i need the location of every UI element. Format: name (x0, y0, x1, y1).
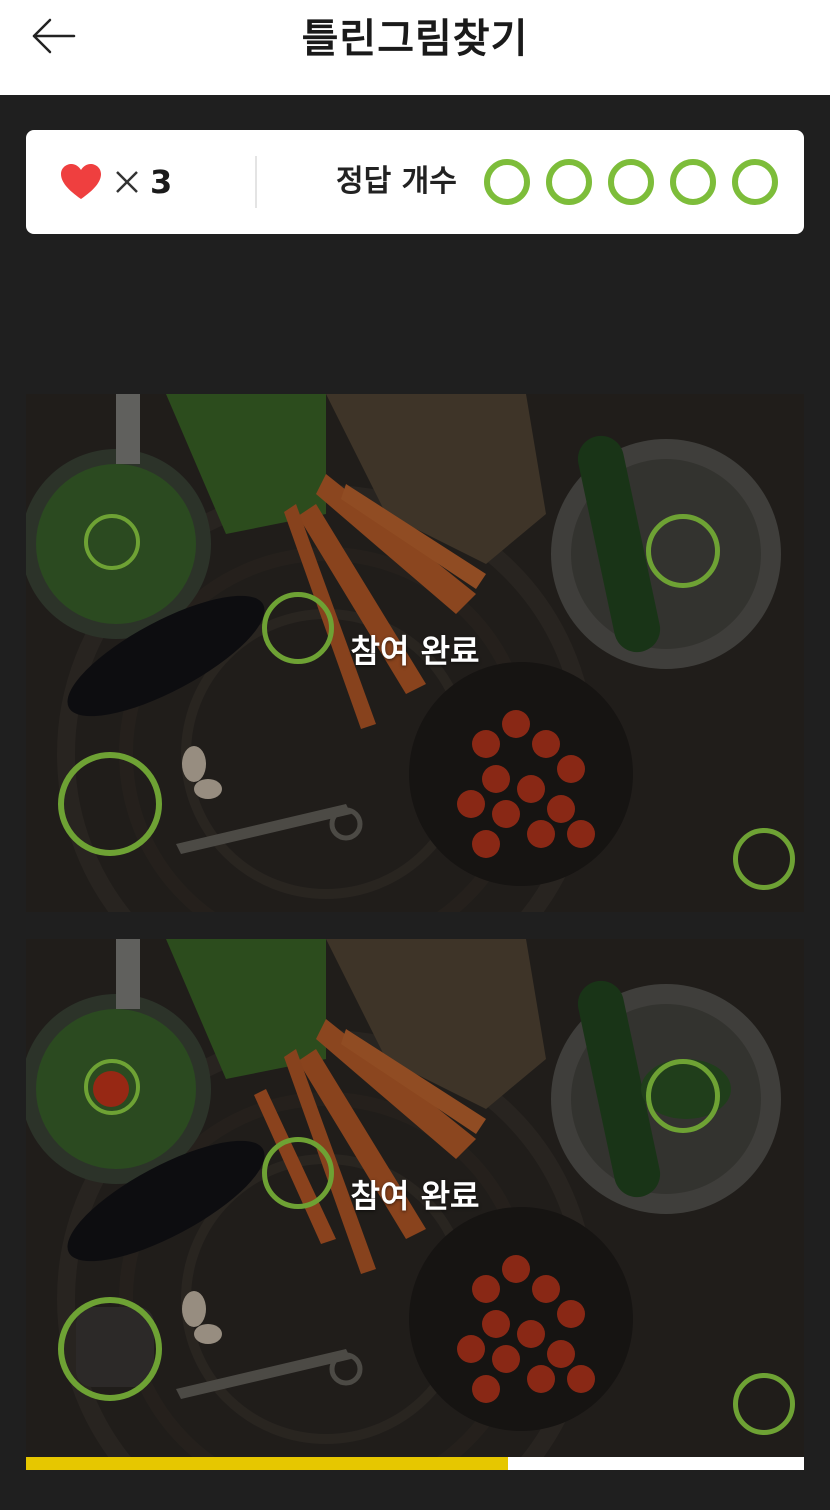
found-marker-circle (262, 592, 334, 664)
answer-count-indicators (484, 159, 794, 205)
found-marker-circle (646, 1059, 720, 1133)
original-image-panel[interactable]: 참여 완료 (26, 394, 804, 912)
answer-found-circle-icon (546, 159, 592, 205)
participation-complete-label: 참여 완료 (350, 1177, 480, 1215)
heart-icon (61, 164, 101, 199)
found-marker-circle (262, 1137, 334, 1209)
participation-complete-label: 참여 완료 (350, 632, 480, 670)
page-title: 틀린그림찾기 (301, 16, 529, 62)
found-marker-circle (58, 752, 162, 856)
found-marker-circle (84, 1059, 140, 1115)
found-marker-circle (58, 1297, 162, 1401)
answer-found-circle-icon (484, 159, 530, 205)
changed-image-panel[interactable]: 참여 완료 (26, 939, 804, 1457)
answer-found-circle-icon (732, 159, 778, 205)
status-card: 3 정답 개수 (26, 130, 804, 234)
found-marker-circle (733, 828, 795, 890)
lives-count: 3 (150, 163, 173, 201)
answer-count-label: 정답 개수 (336, 164, 457, 199)
time-progress-fill (26, 1457, 509, 1470)
times-icon (114, 169, 140, 195)
found-marker-circle (84, 514, 140, 570)
answer-found-circle-icon (608, 159, 654, 205)
lives-indicator: 3 (60, 158, 172, 206)
found-marker-circle (733, 1373, 795, 1435)
time-progress-bar (26, 1457, 804, 1470)
divider (255, 156, 257, 208)
answer-found-circle-icon (670, 159, 716, 205)
found-marker-circle (646, 514, 720, 588)
top-bar: 틀린그림찾기 (0, 0, 830, 95)
